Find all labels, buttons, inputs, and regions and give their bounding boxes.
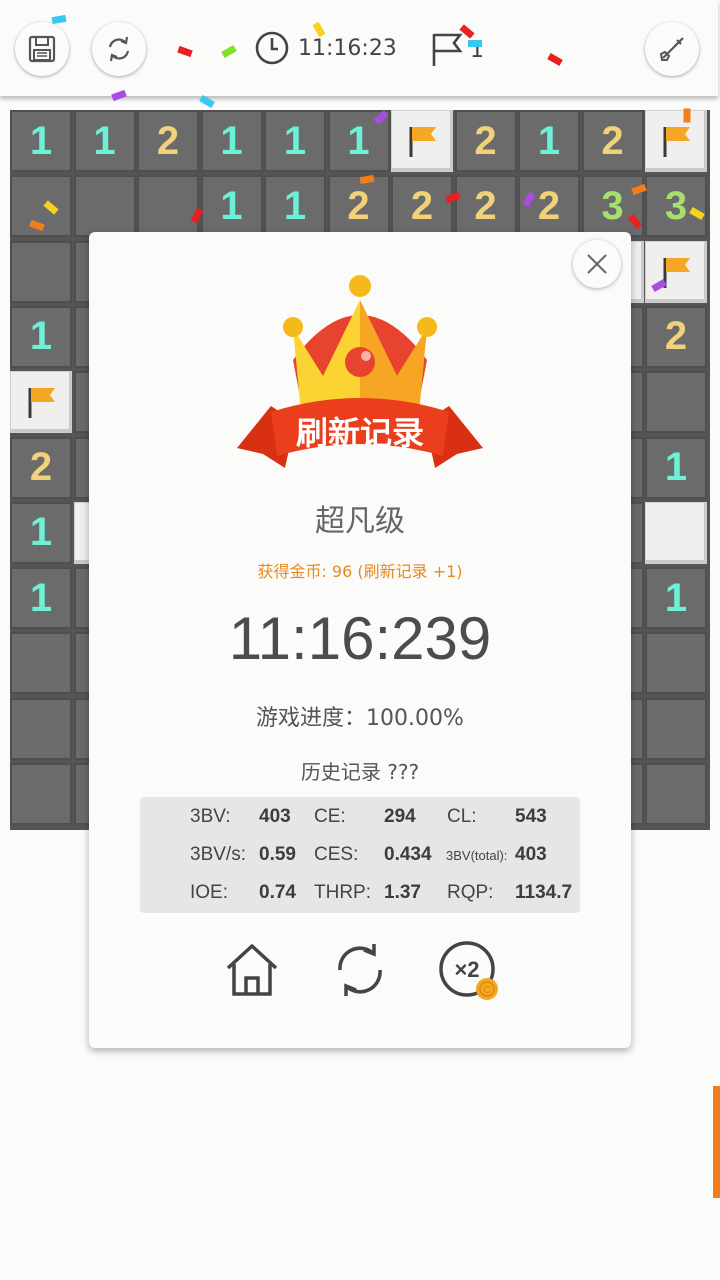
board-cell[interactable] <box>137 175 199 238</box>
clock-icon <box>255 31 289 65</box>
stats-panel: 3BV: 403 CE: 294 CL: 543 3BV/s: 0.59 CES… <box>140 797 580 913</box>
board-cell[interactable]: 2 <box>327 175 390 238</box>
replay-icon <box>338 944 382 996</box>
board-cell[interactable]: 1 <box>264 110 326 172</box>
board-cell[interactable] <box>10 240 72 303</box>
board-cell[interactable]: 1 <box>518 110 580 172</box>
board-cell[interactable]: 1 <box>645 567 707 630</box>
stat-value-thrp: 1.37 <box>384 882 421 903</box>
stat-value-3bvs: 0.59 <box>259 844 296 865</box>
history-record: 历史记录 ??? <box>300 760 420 784</box>
board-cell[interactable]: 3 <box>645 175 707 238</box>
board-cell[interactable]: 2 <box>137 110 199 172</box>
save-button[interactable] <box>15 22 69 76</box>
stat-label-3bv: 3BV: <box>190 806 231 827</box>
stat-value-ioe: 0.74 <box>259 882 296 903</box>
double-coins-icon: ×2 C <box>439 941 498 1000</box>
board-cell[interactable] <box>10 632 72 695</box>
board-cell[interactable] <box>73 175 136 238</box>
board-cell[interactable]: 1 <box>200 110 263 172</box>
flag-icon <box>409 127 436 157</box>
replay-button[interactable] <box>330 940 390 1000</box>
board-cell[interactable] <box>645 371 707 434</box>
game-screen: 112111212112222331221111 11:16:23 1 刷新记录… <box>0 0 720 1280</box>
board-cell[interactable]: 2 <box>10 436 72 499</box>
board-cell[interactable]: 3 <box>581 175 644 238</box>
confetti-piece <box>468 40 482 47</box>
stat-value-3bv-total: 403 <box>515 844 547 865</box>
record-dialog: 刷新记录 超凡级 获得金币: 96 (刷新记录 +1) 11:16:239 游戏… <box>89 232 631 1048</box>
shovel-icon <box>659 37 684 61</box>
board-cell[interactable] <box>10 763 72 825</box>
restart-button[interactable] <box>92 22 146 76</box>
board-cell[interactable]: 1 <box>73 110 136 172</box>
stat-value-rqp: 1134.7 <box>515 882 573 903</box>
timer-text: 11:16:23 <box>298 35 397 61</box>
difficulty-label: 超凡级 <box>315 504 405 539</box>
scroll-indicator[interactable] <box>713 1086 720 1198</box>
board-cell[interactable] <box>645 763 707 825</box>
board-cell[interactable] <box>645 240 707 303</box>
stat-label-3bvs: 3BV/s: <box>190 844 246 865</box>
stat-label-thrp: THRP: <box>314 882 371 903</box>
board-cell[interactable] <box>645 632 707 695</box>
stat-value-ce: 294 <box>384 806 416 827</box>
board-cell[interactable] <box>645 501 707 564</box>
board-cell[interactable] <box>645 110 707 172</box>
double-label: ×2 <box>454 957 479 982</box>
flag-icon <box>663 127 690 157</box>
board-cell[interactable]: 2 <box>391 175 453 238</box>
board-cell[interactable] <box>10 697 72 760</box>
record-banner-text: 刷新记录 <box>295 414 424 452</box>
game-timer: 11:16:23 <box>254 30 397 66</box>
close-icon <box>587 254 607 274</box>
flag-icon <box>28 388 55 419</box>
home-icon <box>226 944 278 996</box>
save-icon <box>28 35 56 63</box>
stat-value-ces: 0.434 <box>384 844 432 865</box>
board-cell[interactable]: 2 <box>454 175 517 238</box>
coins-earned: 获得金币: 96 (刷新记录 +1) <box>257 562 463 581</box>
stat-label-ces: CES: <box>314 844 359 865</box>
board-cell[interactable]: 1 <box>10 110 72 172</box>
board-cell[interactable]: 1 <box>200 175 263 238</box>
board-cell[interactable]: 1 <box>264 175 326 238</box>
stat-value-3bv: 403 <box>259 806 291 827</box>
dig-mode-button[interactable] <box>645 22 699 76</box>
final-time: 11:16:239 <box>228 605 492 672</box>
top-bar: 11:16:23 1 <box>0 0 718 96</box>
board-cell[interactable]: 1 <box>10 501 72 564</box>
board-cell[interactable]: 2 <box>454 110 517 172</box>
stat-label-ce: CE: <box>314 806 346 827</box>
stat-label-cl: CL: <box>447 806 477 827</box>
board-cell[interactable]: 2 <box>581 110 644 172</box>
stat-label-rqp: RQP: <box>447 882 494 903</box>
board-cell[interactable] <box>645 697 707 760</box>
board-cell[interactable] <box>10 371 72 434</box>
confetti-piece <box>199 94 215 109</box>
stat-value-cl: 543 <box>515 806 547 827</box>
board-cell[interactable]: 1 <box>10 567 72 630</box>
board-cell[interactable] <box>391 110 453 172</box>
refresh-icon <box>108 36 130 62</box>
board-cell[interactable]: 2 <box>645 305 707 368</box>
board-cell[interactable]: 1 <box>10 305 72 368</box>
stat-label-ioe: IOE: <box>190 882 229 903</box>
flag-icon <box>432 33 463 66</box>
stat-label-3bv-total: 3BV(total): <box>446 848 508 863</box>
game-progress: 游戏进度：100.00% <box>256 706 464 731</box>
confetti-piece <box>683 108 691 123</box>
home-button[interactable] <box>222 940 282 1000</box>
coin-label: C <box>483 985 490 996</box>
flag-counter: 1 <box>430 30 484 70</box>
close-button[interactable] <box>573 240 621 288</box>
board-cell[interactable]: 1 <box>645 436 707 499</box>
double-coins-button[interactable]: ×2 C <box>437 940 503 1000</box>
